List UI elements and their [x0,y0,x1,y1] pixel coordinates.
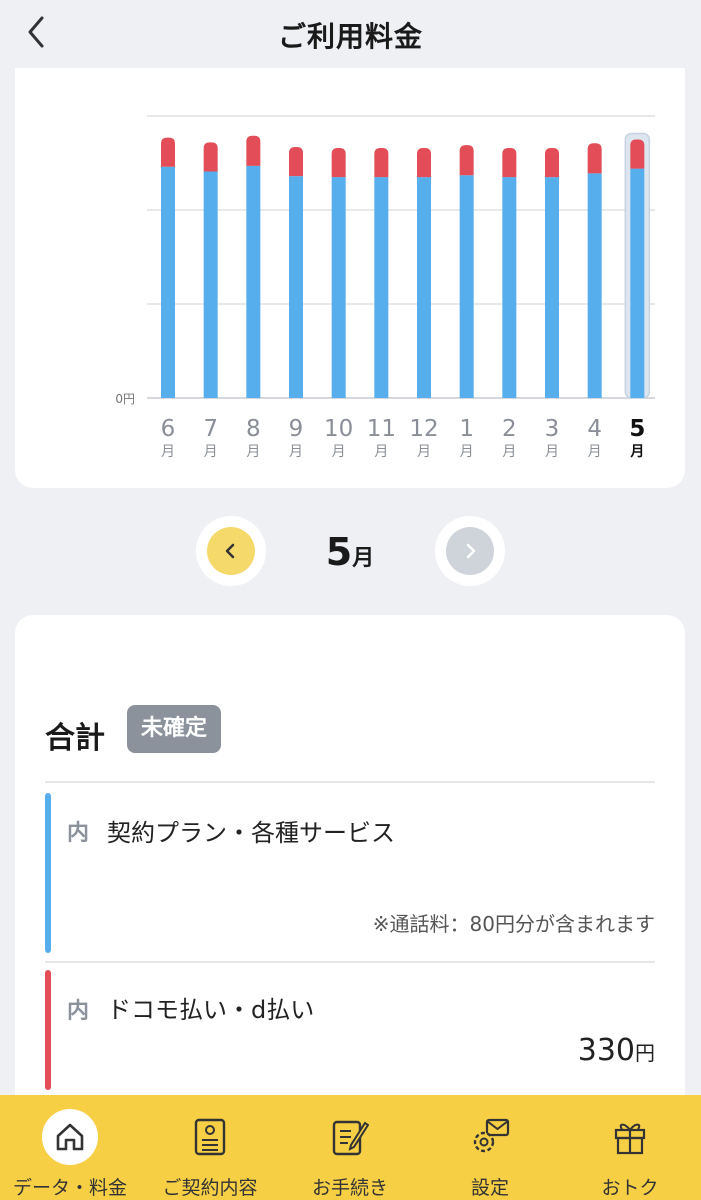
tab-label: お手続き [311,1177,388,1199]
bar-segment [289,147,303,177]
bar-segment [289,176,303,398]
bar-segment [545,147,559,178]
docomo-pay-amount: 330円 [578,1033,655,1068]
amount-unit: 円 [635,1041,655,1065]
tab-label: 設定 [470,1177,509,1199]
bar-segment [161,166,175,398]
plan-color-bar [45,793,51,953]
call-charge-note: ※通話料：80円分が含まれます [372,912,655,936]
bar-segment [246,135,261,166]
bar-segment [331,147,346,178]
header: ご利用料金 [0,0,701,66]
billing-chart-card: 0円 6 月 7 月 8 月 9 月 10 月 11 月 12 月 1 月 2 月 3 月 4 月 5 月 [15,68,685,488]
x-tick-label: 10 [324,416,353,442]
bar-segment [203,171,218,398]
x-tick-unit: 月 [502,444,516,460]
tab-label: おトク [601,1177,659,1199]
status-badge: 未確定 [127,705,222,753]
divider [45,781,655,783]
selected-month: 5月 [300,530,400,574]
x-tick-unit: 月 [417,444,431,460]
tab-settings[interactable]: 設定 [420,1095,560,1200]
tab-data-charges[interactable]: データ・料金 [0,1095,140,1200]
x-tick-unit: 月 [204,444,218,460]
x-tick-label: 4 [587,416,602,442]
x-tick-label: 7 [203,416,218,442]
billing-detail-card: 合計 未確定 内 契約プラン・各種サービス ※通話料：80円分が含まれます 内 … [15,615,685,1135]
x-tick-unit: 月 [588,444,602,460]
x-tick-label: 11 [367,416,396,442]
chevron-left-icon [225,543,235,559]
month-navigator: 5月 [0,516,701,586]
x-tick-label: 8 [246,416,261,442]
x-tick-unit: 月 [161,444,175,460]
x-tick-unit: 月 [332,444,346,460]
tab-deals[interactable]: おトク [560,1095,700,1200]
next-month-button[interactable] [435,516,505,586]
x-tick-label: 3 [545,416,560,442]
bar-segment [459,175,474,398]
tab-procedures[interactable]: お手続き [280,1095,420,1200]
page-title: ご利用料金 [277,20,423,53]
docomo-pay-color-bar [45,970,51,1090]
x-tick-label: 9 [289,416,304,442]
total-label: 合計 [45,721,105,756]
bar-segment [203,142,218,172]
docomo-pay-label[interactable]: ドコモ払い・d払い [107,990,314,1025]
gift-icon [602,1109,658,1165]
bar-segment [587,143,602,174]
bar-segment [502,177,517,398]
x-tick-unit: 月 [545,444,559,460]
bar-segment [587,173,602,398]
bar-segment [630,139,645,169]
bar-segment [374,147,389,178]
bar-segment [246,165,261,398]
home-icon [42,1109,98,1165]
billing-bar-chart: 0円 6 月 7 月 8 月 9 月 10 月 11 月 12 月 1 月 2 月 3 月 4 月 5 月 [115,115,655,460]
selected-month-unit: 月 [352,546,375,571]
plan-services-label[interactable]: 契約プラン・各種サービス [107,813,395,848]
x-tick-label: 2 [502,416,517,442]
tab-label: データ・料金 [12,1177,127,1199]
tab-label: ご契約内容 [162,1177,258,1199]
x-tick-label: 5 [629,416,645,442]
bottom-tab-bar: データ・料金 ご契約内容 お手続き 設定 おトク [0,1095,701,1200]
bar-segment [161,137,175,167]
bar-segment [545,177,559,398]
docomo-pay-prefix: 内 [67,999,90,1024]
bar-segment [502,147,517,178]
bar-segment [630,168,645,398]
y-tick-label: 0円 [115,392,135,406]
x-tick-unit: 月 [246,444,260,460]
bar-segment [459,145,474,176]
selected-month-number: 5 [325,530,353,574]
contract-icon [182,1109,238,1165]
x-tick-label: 1 [459,416,474,442]
x-tick-unit: 月 [629,444,644,460]
x-tick-unit: 月 [460,444,474,460]
bar-segment [374,177,389,398]
x-tick-unit: 月 [374,444,388,460]
previous-month-button[interactable] [196,516,266,586]
x-tick-label: 6 [161,416,176,442]
bar-segment [417,177,431,398]
bar-segment [417,147,431,178]
tab-contract[interactable]: ご契約内容 [140,1095,280,1200]
x-tick-unit: 月 [289,444,303,460]
amount-value: 330 [577,1033,635,1068]
divider [45,961,655,963]
bar-segment [331,177,346,398]
procedure-icon [322,1109,378,1165]
plan-prefix: 内 [67,821,90,846]
chevron-right-icon [466,543,476,559]
x-tick-label: 12 [409,416,438,442]
settings-icon [462,1109,518,1165]
